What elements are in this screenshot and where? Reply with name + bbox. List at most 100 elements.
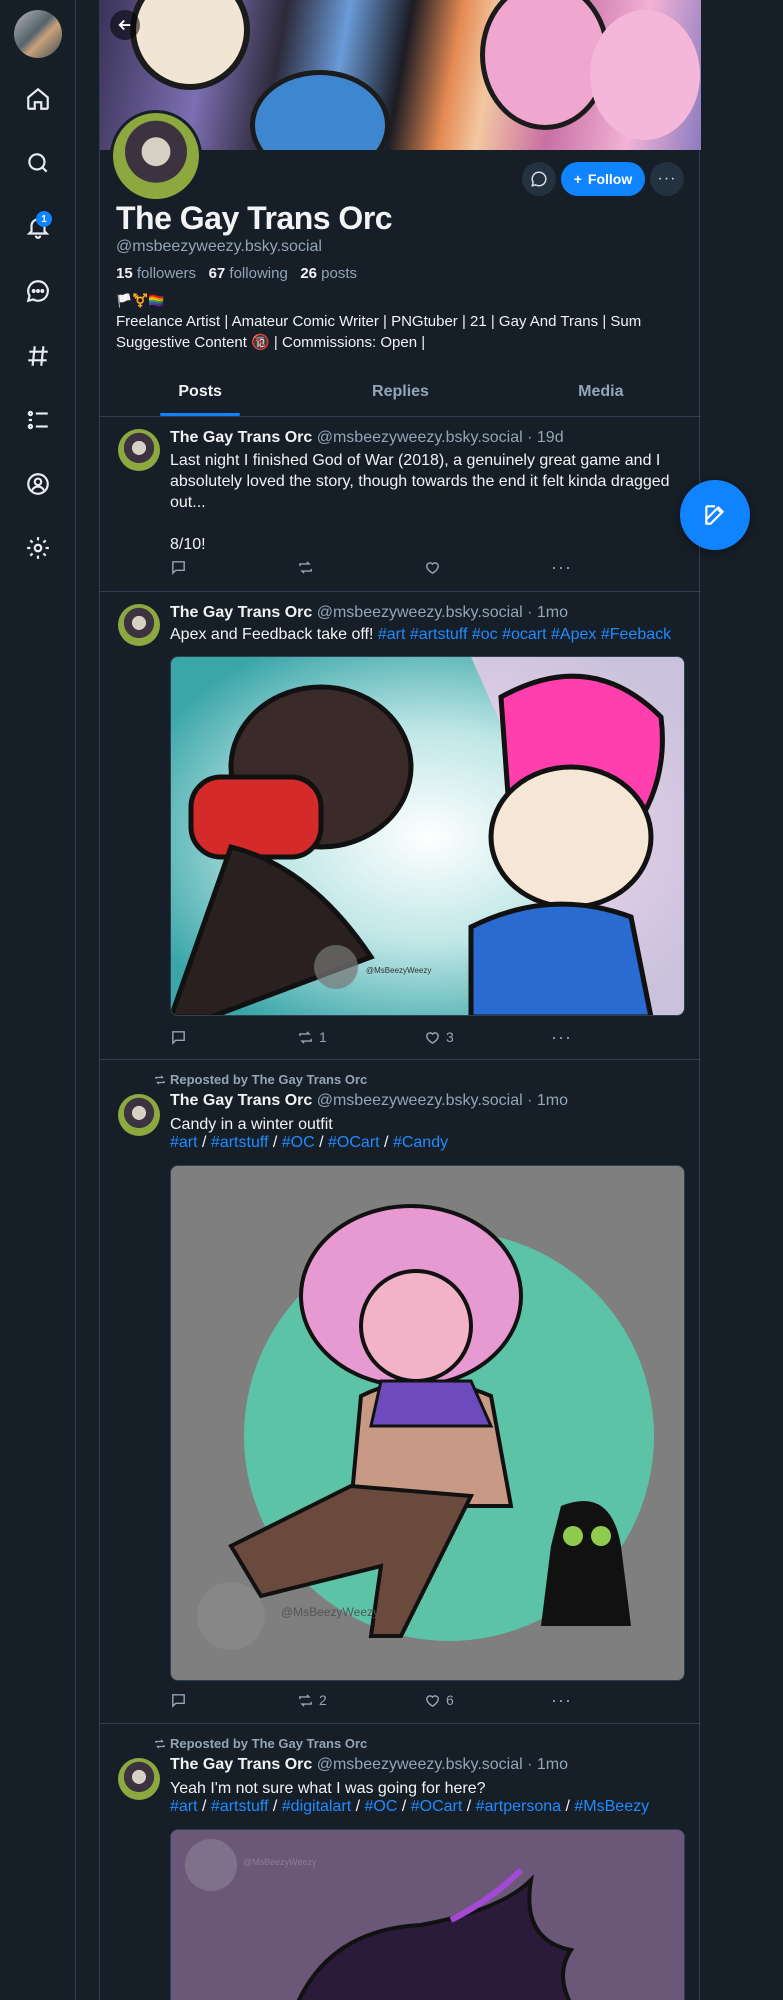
hashtag-link[interactable]: #art [378,626,406,643]
post-author[interactable]: The Gay Trans Orc [170,1756,312,1773]
repost-indicator: Reposted by The Gay Trans Orc [154,1736,367,1751]
back-arrow-icon[interactable] [110,10,140,40]
hashtag-link[interactable]: #digitalart [282,1798,351,1815]
profile-handle: @msbeezyweezy.bsky.social [116,238,322,255]
post-meta: @msbeezyweezy.bsky.social · 19d [316,429,564,446]
display-name: The Gay Trans Orc [116,200,393,236]
post-actions: ··· [170,557,590,577]
hashtag-link[interactable]: #artstuff [410,626,468,643]
bio-line: Suggestive Content 🔞 | Commissions: Open… [116,334,426,351]
more-options-button[interactable]: ··· [650,162,684,196]
ellipsis-icon: ··· [550,556,572,577]
gear-icon[interactable] [18,528,58,568]
post-meta: @msbeezyweezy.bsky.social · 1mo [316,1092,569,1109]
like-button[interactable] [424,559,551,576]
chat-icon[interactable] [18,271,58,311]
post-actions: 2 6 ··· [170,1690,590,1710]
feed-post[interactable]: Reposted by The Gay Trans Orc The Gay Tr… [100,1724,701,2000]
post-more-button[interactable]: ··· [551,1027,590,1048]
reply-button[interactable] [170,559,297,576]
tab-posts[interactable]: Posts [100,370,300,416]
post-author[interactable]: The Gay Trans Orc [170,1092,312,1109]
post-image[interactable]: @MsBeezyWeezy [170,656,685,1016]
hashtag-link[interactable]: #OCart [328,1134,380,1151]
compose-button[interactable] [680,480,750,550]
like-button[interactable]: 3 [424,1029,551,1046]
following-link[interactable]: 67 following [209,265,288,282]
repost-button[interactable] [297,559,424,576]
post-more-button[interactable]: ··· [551,557,590,578]
tab-media[interactable]: Media [501,370,701,416]
hashtag-link[interactable]: #Apex [551,626,596,643]
post-image[interactable]: @MsBeezyWeezy [170,1829,685,2000]
follow-button-label: Follow [587,171,633,187]
post-more-button[interactable]: ··· [551,1690,590,1711]
hashtag-link[interactable]: #ocart [502,626,546,643]
follow-button[interactable]: + Follow [561,162,645,196]
repost-icon [299,1030,312,1044]
repost-icon [155,1739,165,1748]
profile-icon[interactable] [18,464,58,504]
post-avatar[interactable] [118,604,160,646]
hashtag-link[interactable]: #artstuff [211,1798,269,1815]
hashtag-link[interactable]: #oc [472,626,498,643]
ellipsis-icon: ··· [657,170,677,187]
reply-icon [172,560,185,575]
tab-replies[interactable]: Replies [300,370,500,416]
hashtag-link[interactable]: #OCart [411,1798,463,1815]
feed-post[interactable]: Reposted by The Gay Trans Orc The Gay Tr… [100,1060,701,1724]
repost-button[interactable]: 1 [297,1029,424,1046]
bio-flags: 🏳️⚧️🏳️‍🌈 [116,293,165,308]
hashtag-link[interactable]: #Candy [393,1134,448,1151]
like-button[interactable]: 6 [424,1692,551,1709]
plus-icon: + [573,171,582,187]
heart-icon [426,561,439,574]
hashtag-icon[interactable] [18,336,58,376]
search-icon[interactable] [18,143,58,183]
image-watermark: @MsBeezyWeezy [281,1605,379,1619]
profile-bio: 🏳️⚧️🏳️‍🌈 Freelance Artist | Amateur Comi… [116,290,686,353]
post-actions: 1 3 ··· [170,1027,590,1047]
hashtag-link[interactable]: #artpersona [476,1798,561,1815]
message-button[interactable] [522,162,556,196]
hashtag-link[interactable]: #OC [282,1134,315,1151]
bell-icon[interactable]: 1 [18,207,58,247]
hashtag-link[interactable]: #MsBeezy [574,1798,649,1815]
repost-button[interactable]: 2 [297,1692,424,1709]
hashtag-link[interactable]: #art [170,1798,198,1815]
post-author[interactable]: The Gay Trans Orc [170,604,312,621]
home-icon[interactable] [18,79,58,119]
hashtag-link[interactable]: #OC [365,1798,398,1815]
post-avatar[interactable] [118,1758,160,1800]
post-text: Candy in a winter outfit [170,1116,333,1133]
repost-icon [299,560,312,574]
post-tags: #art / #artstuff / #OC / #OCart / #Candy [170,1134,449,1151]
post-tags: #art / #artstuff / #digitalart / #OC / #… [170,1798,650,1815]
profile-avatar[interactable] [110,110,202,202]
list-icon[interactable] [18,400,58,440]
followers-link[interactable]: 15 followers [116,265,196,282]
like-count: 6 [445,1692,454,1708]
hashtag-link[interactable]: #artstuff [211,1134,269,1151]
hashtag-link[interactable]: #Feeback [601,626,671,643]
post-author[interactable]: The Gay Trans Orc [170,429,312,446]
reply-icon [172,1030,185,1045]
post-header: The Gay Trans Orc @msbeezyweezy.bsky.soc… [170,1756,568,1774]
reply-button[interactable] [170,1692,297,1709]
feed-post[interactable]: The Gay Trans Orc @msbeezyweezy.bsky.soc… [100,592,701,1060]
repost-count: 2 [318,1692,327,1708]
post-text: Yeah I'm not sure what I was going for h… [170,1780,486,1797]
post-meta: @msbeezyweezy.bsky.social · 1mo [316,1756,569,1773]
post-image[interactable]: @MsBeezyWeezy [170,1165,685,1681]
feed-post[interactable]: The Gay Trans Orc @msbeezyweezy.bsky.soc… [100,417,701,592]
user-avatar[interactable] [14,10,62,58]
hashtag-link[interactable]: #art [170,1134,198,1151]
posts-count: 26 posts [300,265,358,282]
ellipsis-icon: ··· [550,1689,572,1710]
post-header: The Gay Trans Orc @msbeezyweezy.bsky.soc… [170,604,568,622]
image-watermark: @MsBeezyWeezy [243,1857,317,1867]
post-avatar[interactable] [118,429,160,471]
reply-button[interactable] [170,1029,297,1046]
post-avatar[interactable] [118,1094,160,1136]
post-text: Apex and Feedback take off! #art #artstu… [170,626,672,643]
